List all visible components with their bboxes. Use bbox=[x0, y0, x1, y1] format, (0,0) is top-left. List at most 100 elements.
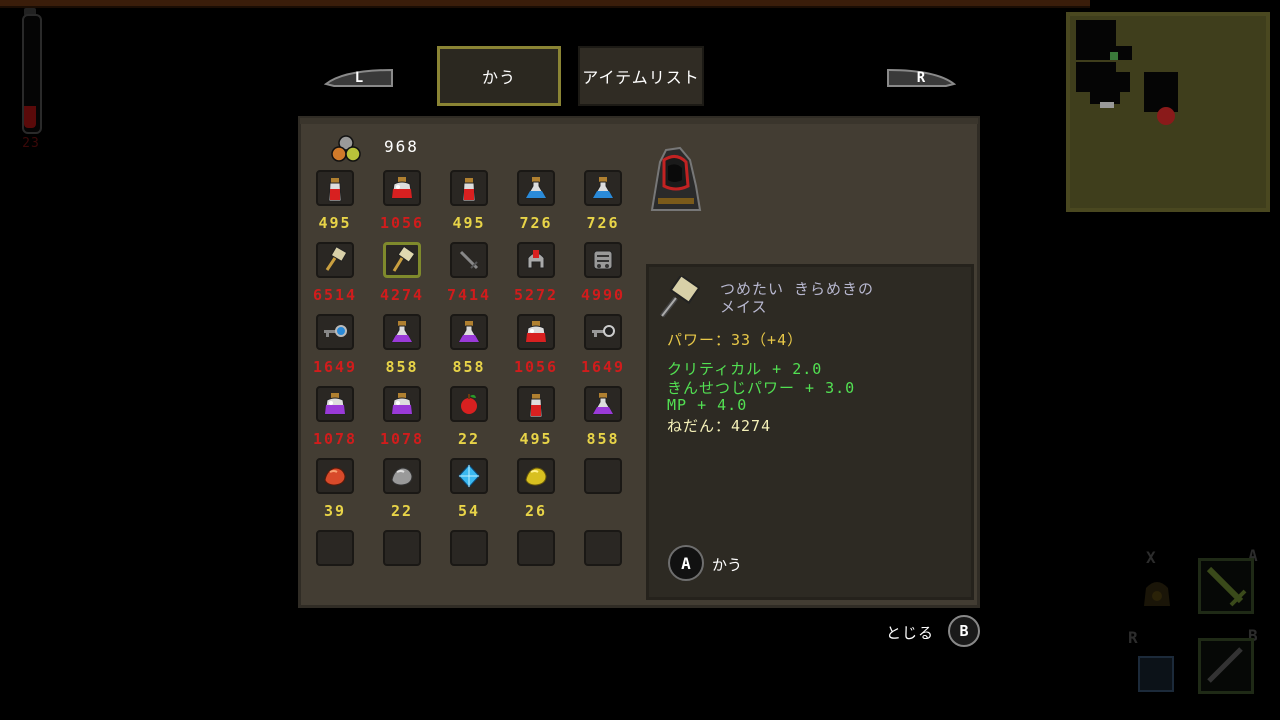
grey-ore-icon bbox=[391, 467, 413, 486]
item-price-label: 22 bbox=[457, 430, 481, 448]
item-price-label: 1078 bbox=[379, 430, 425, 448]
empty-item-slot[interactable] bbox=[383, 530, 421, 566]
shop-panel-top bbox=[300, 118, 978, 124]
a-button[interactable]: A bbox=[668, 545, 704, 581]
l-label: L bbox=[354, 70, 364, 86]
l-shoulder-button[interactable]: L bbox=[324, 66, 394, 90]
item-bonus-mp: MP + 4.0 bbox=[667, 396, 748, 414]
shop-item-slot[interactable] bbox=[316, 170, 354, 206]
shop-item-slot[interactable] bbox=[383, 386, 421, 422]
shop-item-slot[interactable] bbox=[584, 386, 622, 422]
item-price-label: 1056 bbox=[513, 358, 559, 376]
item-price-label: 4274 bbox=[379, 286, 425, 304]
empty-item-slot[interactable] bbox=[517, 530, 555, 566]
health-text: 23 bbox=[22, 136, 40, 151]
buy-action-label[interactable]: かう bbox=[712, 554, 742, 575]
shop-item-slot[interactable] bbox=[584, 314, 622, 350]
red-flask-icon bbox=[525, 321, 547, 343]
purple-flask-icon bbox=[391, 393, 413, 415]
crystal-icon bbox=[458, 464, 480, 488]
red-flask-icon bbox=[391, 177, 413, 199]
shop-item-slot[interactable] bbox=[584, 170, 622, 206]
item-bag-icon bbox=[1144, 582, 1170, 606]
shop-item-slot[interactable] bbox=[316, 242, 354, 278]
item-price-label: 1056 bbox=[379, 214, 425, 232]
shop-item-slot[interactable] bbox=[517, 458, 555, 494]
minimap bbox=[1066, 12, 1270, 212]
empty-item-slot[interactable] bbox=[584, 530, 622, 566]
hud-r-label: R bbox=[1128, 628, 1138, 647]
top-bar-edge bbox=[0, 6, 1090, 8]
sword-icon bbox=[1206, 566, 1247, 607]
shop-item-slot[interactable] bbox=[450, 314, 488, 350]
a-weapon-slot[interactable] bbox=[1198, 558, 1254, 614]
shop-item-slot[interactable] bbox=[383, 314, 421, 350]
hooded-shopkeeper-icon bbox=[650, 146, 702, 211]
coins-icon bbox=[331, 135, 361, 162]
tab-item-list-label: アイテムリスト bbox=[582, 68, 700, 87]
shop-item-slot[interactable] bbox=[450, 386, 488, 422]
mace-icon bbox=[660, 276, 700, 318]
red-potion-icon bbox=[462, 178, 476, 202]
a-button-label: A bbox=[681, 553, 691, 573]
tab-buy[interactable]: かう bbox=[437, 46, 561, 106]
blue-potion-icon bbox=[525, 177, 547, 199]
mace-icon bbox=[392, 246, 416, 272]
red-ore-icon bbox=[324, 467, 346, 486]
item-name-line1: つめたい きらめきの bbox=[720, 280, 875, 298]
grey-key-icon bbox=[592, 325, 615, 337]
item-price-label: 495 bbox=[318, 214, 352, 232]
apple-icon bbox=[461, 394, 477, 414]
r-item-slot[interactable] bbox=[1138, 656, 1174, 692]
shop-item-slot[interactable] bbox=[383, 242, 421, 278]
gold-ore-icon bbox=[525, 467, 547, 486]
item-price-label: 5272 bbox=[513, 286, 559, 304]
item-price-label: 1078 bbox=[312, 430, 358, 448]
item-price-label: 495 bbox=[452, 214, 486, 232]
shop-item-slot[interactable] bbox=[517, 386, 555, 422]
item-power: パワー：33（+4） bbox=[667, 331, 804, 349]
tab-buy-label: かう bbox=[481, 68, 516, 87]
shop-item-slot[interactable] bbox=[383, 458, 421, 494]
shop-item-slot[interactable] bbox=[517, 314, 555, 350]
shop-item-slot[interactable] bbox=[316, 314, 354, 350]
item-price: ねだん：4274 bbox=[667, 417, 772, 435]
blue-key-icon bbox=[324, 325, 347, 337]
hud-x-label: X bbox=[1146, 548, 1156, 567]
red-potion-icon bbox=[328, 178, 342, 202]
sword-icon bbox=[459, 250, 479, 270]
b-button-label: B bbox=[959, 622, 969, 640]
b-weapon-slot[interactable] bbox=[1198, 638, 1254, 694]
item-price-label: 7414 bbox=[446, 286, 492, 304]
shop-item-slot[interactable] bbox=[450, 242, 488, 278]
purple-flask-icon bbox=[324, 393, 346, 415]
purple-potion-icon bbox=[592, 393, 614, 415]
shop-item-slot[interactable] bbox=[383, 170, 421, 206]
close-label[interactable]: とじる bbox=[886, 622, 934, 643]
empty-item-slot[interactable] bbox=[584, 458, 622, 494]
item-price-label: 726 bbox=[586, 214, 620, 232]
shop-item-slot[interactable] bbox=[517, 242, 555, 278]
item-price-label: 858 bbox=[586, 430, 620, 448]
shop-item-slot[interactable] bbox=[450, 170, 488, 206]
empty-item-slot[interactable] bbox=[316, 530, 354, 566]
b-button[interactable]: B bbox=[948, 615, 980, 647]
item-price-label: 726 bbox=[519, 214, 553, 232]
shop-item-slot[interactable] bbox=[316, 458, 354, 494]
empty-item-slot[interactable] bbox=[450, 530, 488, 566]
item-price-label: 54 bbox=[457, 502, 481, 520]
shop-item-slot[interactable] bbox=[450, 458, 488, 494]
item-name: つめたい きらめきの メイス bbox=[720, 280, 960, 316]
helmet-icon bbox=[527, 250, 545, 269]
money-value: 968 bbox=[384, 137, 419, 156]
armor-icon bbox=[593, 250, 613, 270]
item-price-label: 1649 bbox=[312, 358, 358, 376]
shop-item-slot[interactable] bbox=[584, 242, 622, 278]
shop-item-slot[interactable] bbox=[517, 170, 555, 206]
item-price-label: 495 bbox=[519, 430, 553, 448]
item-bonus-critical: クリティカル + 2.0 bbox=[667, 360, 823, 378]
tab-item-list[interactable]: アイテムリスト bbox=[578, 46, 704, 106]
item-price-label: 858 bbox=[385, 358, 419, 376]
shop-item-slot[interactable] bbox=[316, 386, 354, 422]
r-shoulder-button[interactable]: R bbox=[886, 66, 956, 90]
